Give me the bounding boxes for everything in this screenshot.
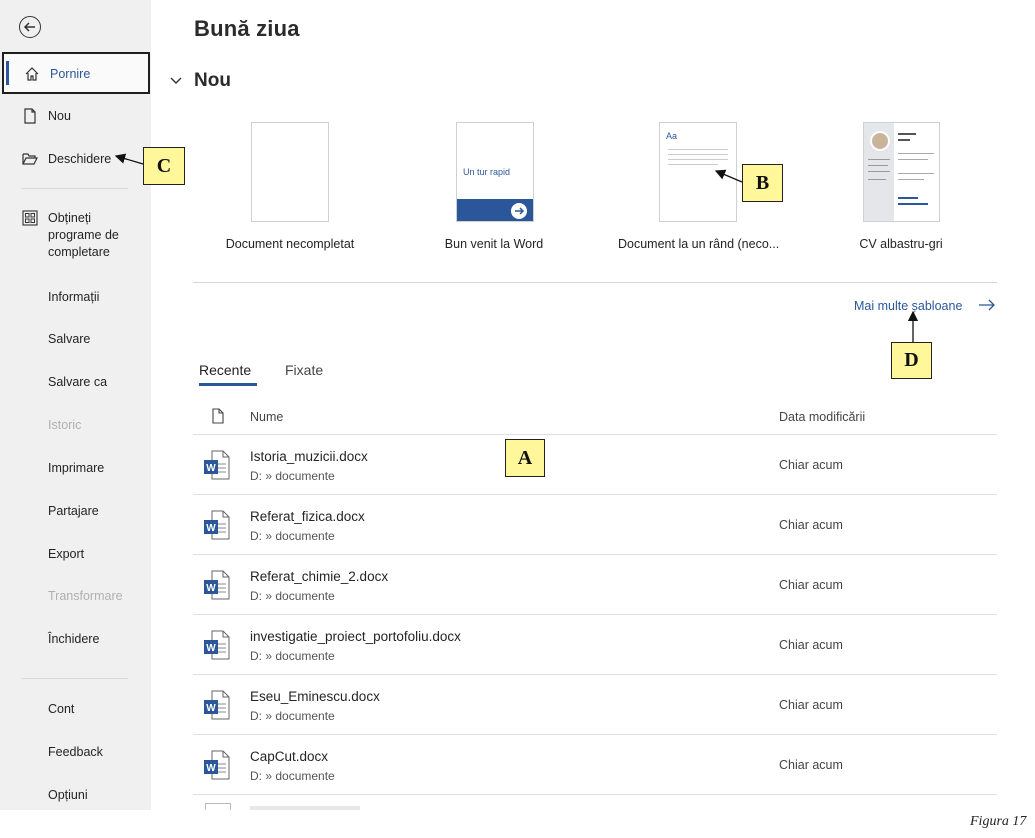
callout-label-c: C	[143, 147, 185, 185]
callout-arrows	[114, 153, 919, 342]
figure-caption: Figura 17	[970, 814, 1027, 829]
callout-label-a: A	[505, 439, 545, 477]
callout-label-d: D	[891, 342, 932, 379]
callout-label-b: B	[742, 164, 783, 202]
